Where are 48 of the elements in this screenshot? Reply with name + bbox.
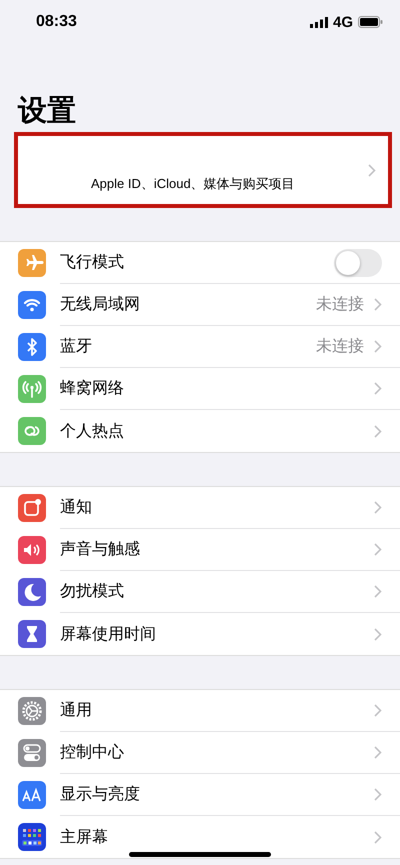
settings-row[interactable]: 控制中心 [0,732,400,774]
row-label: 屏幕使用时间 [60,624,157,644]
settings-row[interactable]: 主屏幕 [0,816,400,858]
page-title: 设置 [18,92,77,129]
status-time: 08:33 [36,13,77,31]
settings-row[interactable]: 蓝牙 未连接 [0,326,400,368]
row-label: 声音与触感 [60,539,141,560]
row-label: 控制中心 [60,742,125,763]
chevron-icon [374,543,382,556]
chevron-icon [374,704,382,717]
row-label: 勿扰模式 [60,581,125,602]
settings-row[interactable]: 无线局域网 未连接 [0,284,400,326]
settings-row[interactable]: 蜂窝网络 [0,368,400,410]
row-label: 主屏幕 [60,826,109,848]
settings-row[interactable]: 声音与触感 [0,529,400,571]
chevron-icon [374,501,382,514]
chevron-icon [374,424,382,438]
network-type: 4G [332,14,353,30]
chevron-icon [368,164,376,176]
apple-id-row[interactable]: Apple ID、iCloud、媒体与购买项目 [14,132,392,208]
toggle-switch[interactable] [334,248,382,276]
settings-row[interactable]: 通知 [0,487,400,529]
chevron-icon [374,830,382,844]
chevron-icon [374,340,382,353]
settings-row[interactable]: 个人热点 [0,410,400,452]
chevron-icon [374,298,382,311]
chevron-icon [374,788,382,801]
chevron-icon [374,585,382,598]
row-value: 未连接 [316,294,364,315]
settings-row[interactable]: 通用 [0,690,400,732]
row-label: 蜂窝网络 [60,378,125,399]
row-label: 通知 [60,497,93,518]
row-label: 飞行模式 [60,252,125,273]
settings-row[interactable]: 屏幕使用时间 [0,613,400,655]
row-label: 蓝牙 [60,336,93,357]
chevron-icon [374,382,382,395]
row-value: 未连接 [316,336,364,357]
row-label: 个人热点 [60,420,125,442]
chevron-icon [374,628,382,640]
row-label: 通用 [60,700,93,721]
settings-row[interactable]: 勿扰模式 [0,571,400,613]
settings-row[interactable]: 显示与亮度 [0,774,400,816]
battery-icon [358,16,383,28]
signal-icon [310,16,328,28]
row-label: 无线局域网 [60,294,141,315]
row-label: 显示与亮度 [60,784,141,805]
settings-row[interactable]: 飞行模式 [0,242,400,284]
chevron-icon [374,746,382,759]
